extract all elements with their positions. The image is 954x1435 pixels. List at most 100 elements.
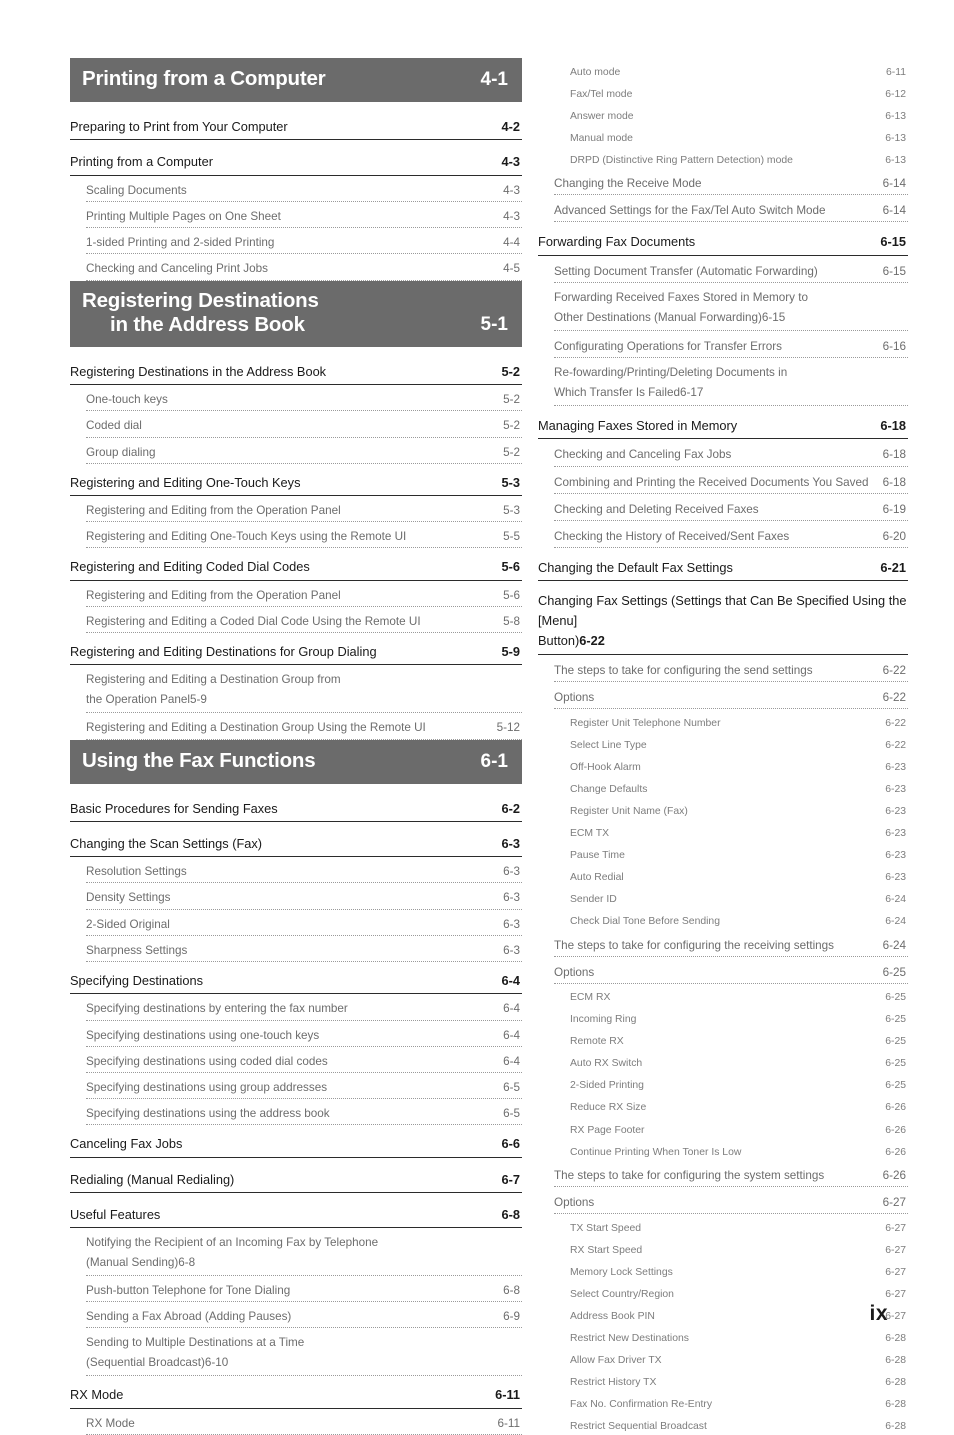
toc-entry-level2[interactable]: Setting Document Transfer (Automatic For… bbox=[554, 264, 908, 283]
toc-entry-level2[interactable]: One-touch keys 5-2 bbox=[86, 392, 522, 412]
toc-entry-level1[interactable]: Forwarding Fax Documents 6-15 bbox=[538, 233, 908, 256]
toc-entry-level1[interactable]: Basic Procedures for Sending Faxes 6-2 bbox=[70, 800, 522, 822]
toc-entry-level3[interactable]: Fax No. Confirmation Re-Entry 6-28 bbox=[570, 1398, 908, 1413]
toc-entry-level3[interactable]: Reduce RX Size 6-26 bbox=[570, 1101, 908, 1116]
toc-entry-level2[interactable]: Printing Multiple Pages on One Sheet 4-3 bbox=[86, 209, 522, 229]
toc-entry-level2[interactable]: Options 6-25 bbox=[554, 965, 908, 984]
toc-entry-level3[interactable]: ECM TX 6-23 bbox=[570, 827, 908, 842]
toc-entry-level3[interactable]: RX Start Speed 6-27 bbox=[570, 1244, 908, 1259]
toc-entry-level2[interactable]: Registering and Editing from the Operati… bbox=[86, 588, 522, 607]
toc-entry-level3[interactable]: Select Line Type 6-22 bbox=[570, 739, 908, 754]
toc-entry-level3[interactable]: Sender ID 6-24 bbox=[570, 893, 908, 908]
toc-entry-level3[interactable]: Restrict Sequential Broadcast 6-28 bbox=[570, 1420, 908, 1435]
toc-entry-title: RX Mode bbox=[86, 1416, 135, 1430]
chapter-banner: Using the Fax Functions 6-1 bbox=[70, 739, 522, 784]
toc-entry-level2[interactable]: Sending a Fax Abroad (Adding Pauses) 6-9 bbox=[86, 1309, 522, 1329]
toc-entry-level3[interactable]: Memory Lock Settings 6-27 bbox=[570, 1266, 908, 1281]
toc-entry-level3[interactable]: RX Page Footer 6-26 bbox=[570, 1124, 908, 1139]
toc-entry-level1[interactable]: RX Mode 6-11 bbox=[70, 1386, 522, 1409]
toc-entry-level2[interactable]: Re-fowarding/Printing/Deleting Documents… bbox=[554, 365, 908, 407]
toc-entry-level2[interactable]: Registering and Editing One-Touch Keys u… bbox=[86, 529, 522, 549]
toc-entry-level3[interactable]: Auto RX Switch 6-25 bbox=[570, 1057, 908, 1072]
toc-entry-level3[interactable]: 2-Sided Printing 6-25 bbox=[570, 1079, 908, 1094]
toc-entry-level3[interactable]: Remote RX 6-25 bbox=[570, 1035, 908, 1050]
toc-entry-level2[interactable]: 2-Sided Original 6-3 bbox=[86, 917, 522, 936]
toc-entry-level2[interactable]: Combining and Printing the Received Docu… bbox=[554, 475, 908, 494]
toc-entry-level2[interactable]: Checking and Canceling Fax Jobs 6-18 bbox=[554, 447, 908, 467]
toc-entry-level2[interactable]: Checking and Canceling Print Jobs 4-5 bbox=[86, 261, 522, 281]
toc-entry-page: 6-17 bbox=[680, 386, 704, 400]
toc-entry-level1[interactable]: Printing from a Computer 4-3 bbox=[70, 153, 522, 176]
toc-entry-level3[interactable]: Off-Hook Alarm 6-23 bbox=[570, 761, 908, 776]
toc-entry-level1[interactable]: Preparing to Print from Your Computer 4-2 bbox=[70, 118, 522, 141]
toc-entry-level2[interactable]: The steps to take for configuring the se… bbox=[554, 663, 908, 683]
toc-entry-level2[interactable]: The steps to take for configuring the re… bbox=[554, 938, 908, 957]
toc-entry-level2[interactable]: Options 6-27 bbox=[554, 1195, 908, 1215]
toc-entry-level3[interactable]: Auto mode 6-11 bbox=[570, 66, 908, 81]
toc-entry-level2[interactable]: Checking and Deleting Received Faxes 6-19 bbox=[554, 502, 908, 521]
toc-entry-level2[interactable]: Sending to Multiple Destinations at a Ti… bbox=[86, 1335, 522, 1377]
toc-entry-level2[interactable]: Notifying the Recipient of an Incoming F… bbox=[86, 1235, 522, 1277]
toc-entry-level1[interactable]: Changing Fax Settings (Settings that Can… bbox=[538, 591, 908, 655]
toc-entry-level1[interactable]: Canceling Fax Jobs 6-6 bbox=[70, 1135, 522, 1158]
toc-entry-page: 6-16 bbox=[882, 339, 906, 353]
toc-entry-level1[interactable]: Changing the Default Fax Settings 6-21 bbox=[538, 559, 908, 582]
toc-entry-level3[interactable]: Address Book PIN 6-27 bbox=[570, 1310, 908, 1325]
toc-entry-level2[interactable]: Specifying destinations using group addr… bbox=[86, 1080, 522, 1100]
toc-entry-level1[interactable]: Registering and Editing Coded Dial Codes… bbox=[70, 558, 522, 581]
toc-entry-level3[interactable]: Answer mode 6-13 bbox=[570, 110, 908, 125]
toc-entry-level2[interactable]: Registering and Editing a Destination Gr… bbox=[86, 672, 522, 714]
toc-entry-level1[interactable]: Useful Features 6-8 bbox=[70, 1206, 522, 1229]
toc-entry-level3[interactable]: Auto Redial 6-23 bbox=[570, 871, 908, 886]
toc-entry-level2[interactable]: Checking the History of Received/Sent Fa… bbox=[554, 529, 908, 549]
toc-entry-page: 5-9 bbox=[189, 693, 207, 707]
toc-entry-level3[interactable]: Incoming Ring 6-25 bbox=[570, 1013, 908, 1028]
toc-entry-level3[interactable]: ECM RX 6-25 bbox=[570, 991, 908, 1006]
toc-entry-level2[interactable]: Group dialing 5-2 bbox=[86, 445, 522, 464]
toc-entry-level2[interactable]: Resolution Settings 6-3 bbox=[86, 864, 522, 884]
toc-entry-level2[interactable]: Registering and Editing a Coded Dial Cod… bbox=[86, 614, 522, 634]
toc-entry-level3[interactable]: Restrict New Destinations 6-28 bbox=[570, 1332, 908, 1347]
toc-entry-level3[interactable]: Pause Time 6-23 bbox=[570, 849, 908, 864]
toc-entry-level2[interactable]: The steps to take for configuring the sy… bbox=[554, 1168, 908, 1188]
toc-entry-level2[interactable]: Sharpness Settings 6-3 bbox=[86, 943, 522, 963]
toc-entry-level2[interactable]: RX Mode 6-11 bbox=[86, 1416, 522, 1435]
toc-entry-level2[interactable]: Forwarding Received Faxes Stored in Memo… bbox=[554, 290, 908, 331]
toc-entry-level3[interactable]: Change Defaults 6-23 bbox=[570, 783, 908, 798]
toc-entry-level3[interactable]: Restrict History TX 6-28 bbox=[570, 1376, 908, 1391]
toc-leader bbox=[789, 529, 882, 544]
toc-entry-level3[interactable]: Continue Printing When Toner Is Low 6-26 bbox=[570, 1146, 908, 1161]
toc-entry-level1[interactable]: Registering Destinations in the Address … bbox=[70, 363, 522, 386]
toc-entry-level2[interactable]: Specifying destinations using one-touch … bbox=[86, 1028, 522, 1047]
toc-entry-level3[interactable]: Register Unit Name (Fax) 6-23 bbox=[570, 805, 908, 820]
toc-entry-level3[interactable]: Fax/Tel mode 6-12 bbox=[570, 88, 908, 103]
toc-entry-level2[interactable]: Configurating Operations for Transfer Er… bbox=[554, 339, 908, 359]
toc-entry-level2[interactable]: Scaling Documents 4-3 bbox=[86, 183, 522, 202]
toc-entry-level2[interactable]: Specifying destinations using the addres… bbox=[86, 1106, 522, 1126]
toc-entry-level3[interactable]: Manual mode 6-13 bbox=[570, 132, 908, 147]
toc-entry-level1[interactable]: Managing Faxes Stored in Memory 6-18 bbox=[538, 417, 908, 440]
toc-entry-level2[interactable]: Specifying destinations by entering the … bbox=[86, 1001, 522, 1021]
toc-entry-level1[interactable]: Changing the Scan Settings (Fax) 6-3 bbox=[70, 835, 522, 858]
toc-entry-level2[interactable]: Advanced Settings for the Fax/Tel Auto S… bbox=[554, 203, 908, 223]
toc-entry-level2[interactable]: Density Settings 6-3 bbox=[86, 890, 522, 910]
toc-entry-level2[interactable]: Options 6-22 bbox=[554, 690, 908, 710]
toc-entry-level1[interactable]: Redialing (Manual Redialing) 6-7 bbox=[70, 1171, 522, 1193]
toc-entry-level3[interactable]: Check Dial Tone Before Sending 6-24 bbox=[570, 915, 908, 930]
toc-entry-level2[interactable]: Coded dial 5-2 bbox=[86, 418, 522, 438]
toc-entry-level1[interactable]: Registering and Editing One-Touch Keys 5-… bbox=[70, 474, 522, 497]
toc-entry-level2[interactable]: Registering and Editing a Destination Gr… bbox=[86, 720, 522, 740]
toc-entry-level2[interactable]: Registering and Editing from the Operati… bbox=[86, 503, 522, 523]
toc-entry-level3[interactable]: Register Unit Telephone Number 6-22 bbox=[570, 717, 908, 732]
toc-entry-level2[interactable]: 1-sided Printing and 2-sided Printing 4-4 bbox=[86, 235, 522, 255]
toc-entry-level1[interactable]: Registering and Editing Destinations for… bbox=[70, 643, 522, 666]
toc-entry-level2[interactable]: Specifying destinations using coded dial… bbox=[86, 1054, 522, 1073]
toc-entry-level3[interactable]: DRPD (Distinctive Ring Pattern Detection… bbox=[570, 154, 908, 169]
toc-entry-level3[interactable]: Select Country/Region 6-27 bbox=[570, 1288, 908, 1303]
toc-entry-level2[interactable]: Changing the Receive Mode 6-14 bbox=[554, 176, 908, 196]
toc-entry-level3[interactable]: TX Start Speed 6-27 bbox=[570, 1222, 908, 1237]
toc-leader bbox=[156, 445, 504, 460]
toc-entry-level3[interactable]: Allow Fax Driver TX 6-28 bbox=[570, 1354, 908, 1369]
toc-entry-level2[interactable]: Push-button Telephone for Tone Dialing 6-… bbox=[86, 1283, 522, 1303]
toc-entry-level1[interactable]: Specifying Destinations 6-4 bbox=[70, 972, 522, 995]
